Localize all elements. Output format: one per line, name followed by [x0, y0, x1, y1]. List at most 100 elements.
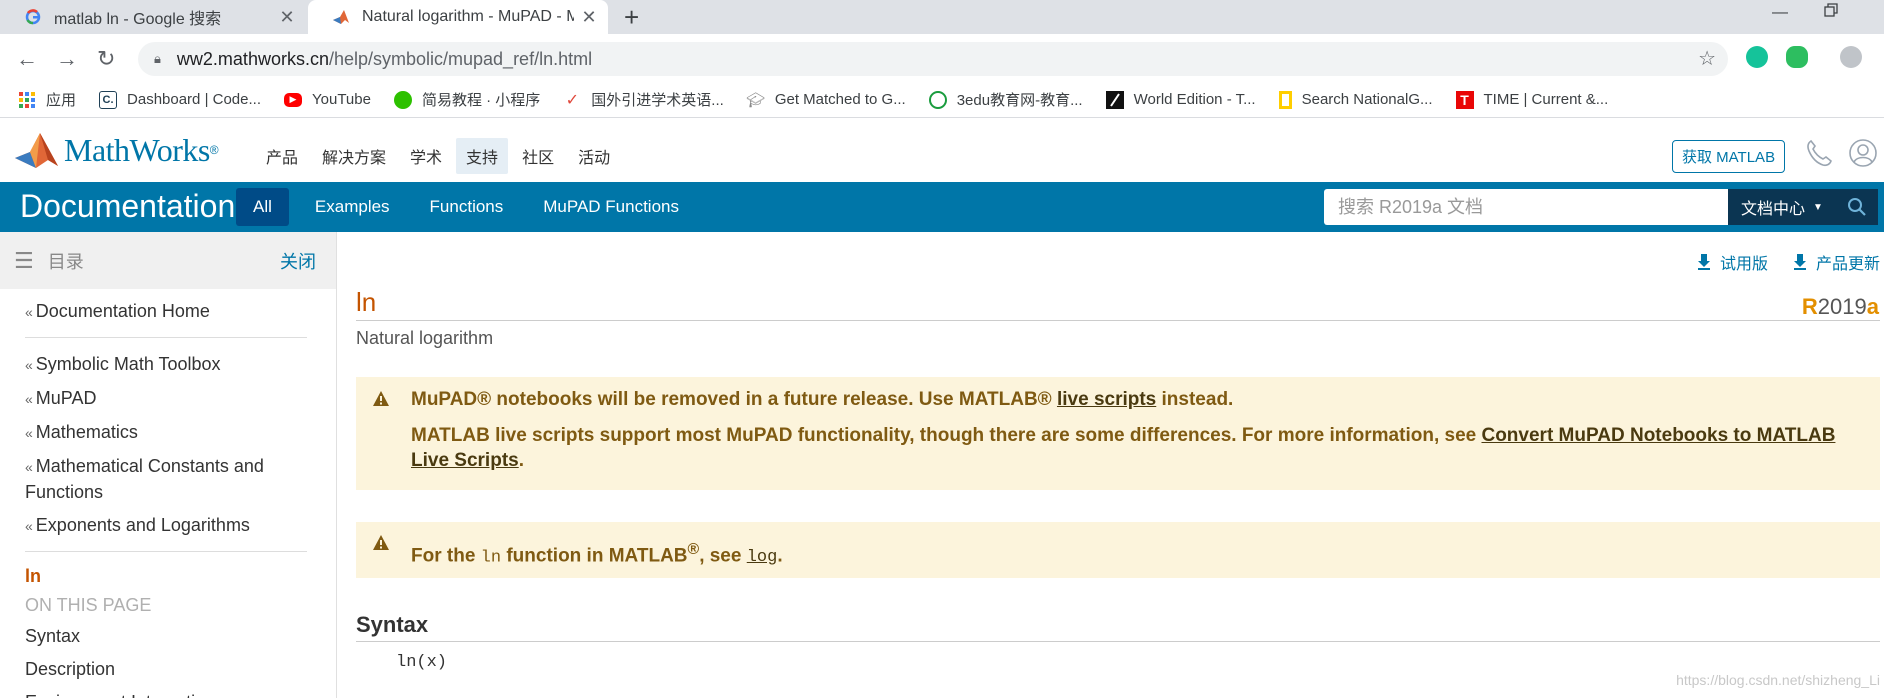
bookmark-codecademy[interactable]: C. Dashboard | Code...: [99, 90, 261, 109]
alert-text: .: [518, 450, 524, 471]
toc-anchor-syntax[interactable]: Syntax: [25, 624, 315, 649]
chevron-left-icon: «: [25, 425, 33, 441]
trial-link[interactable]: 试用版: [1697, 250, 1768, 274]
toc-link-documentation-home[interactable]: «Documentation Home: [25, 299, 315, 325]
nav-community[interactable]: 社区: [512, 138, 564, 174]
nav-support[interactable]: 支持: [456, 138, 509, 174]
bookmark-label: 3edu教育网-教育...: [956, 92, 1083, 109]
toc-link-mathematics[interactable]: «Mathematics: [25, 420, 315, 446]
profile-avatar-icon[interactable]: [1840, 46, 1862, 68]
logo-registered: ®: [209, 143, 219, 157]
bookmark-wechat[interactable]: 简易教程 · 小程序: [393, 89, 540, 110]
forward-icon[interactable]: →: [56, 46, 78, 72]
restore-icon[interactable]: [1824, 3, 1838, 22]
toc-link-constants-functions[interactable]: «Mathematical Constants and Functions: [25, 454, 315, 505]
youtube-icon: ▶: [284, 92, 302, 107]
tab-title: Natural logarithm - MuPAD - M: [362, 8, 574, 25]
matlab-membrane-icon: [332, 8, 350, 26]
chevron-left-icon: «: [25, 391, 33, 407]
close-tab-icon[interactable]: ✕: [580, 7, 598, 28]
ft-icon: [1105, 90, 1124, 109]
bookmark-world-edition[interactable]: World Edition - T...: [1105, 90, 1256, 109]
alert-text: MuPAD® notebooks will be removed in a fu…: [411, 389, 1057, 410]
doc-search-button[interactable]: [1836, 189, 1878, 225]
alert-text: For the: [411, 545, 481, 567]
chevron-left-icon: «: [25, 518, 33, 534]
mathworks-header: MathWorks ® 产品 解决方案 学术 支持 社区 活动 获取 MATLAB: [0, 122, 1884, 182]
apps-grid-icon: [18, 91, 36, 109]
bookmark-apps[interactable]: 应用: [18, 89, 76, 110]
product-updates-label: 产品更新: [1815, 256, 1880, 273]
browser-tab-mupad[interactable]: Natural logarithm - MuPAD - M ✕: [308, 0, 608, 34]
tab-title: matlab ln - Google 搜索: [54, 11, 222, 28]
trial-link-label: 试用版: [1719, 256, 1768, 273]
bookmark-label: Dashboard | Code...: [127, 91, 261, 108]
log-function-link[interactable]: log: [747, 545, 778, 567]
chevron-left-icon: «: [25, 304, 33, 320]
bookmark-star-icon[interactable]: ☆: [1698, 46, 1716, 71]
alert-line: For the ln function in MATLAB®, see log.: [411, 537, 783, 570]
bookmark-time[interactable]: T TIME | Current &...: [1455, 90, 1608, 109]
mathworks-logo[interactable]: MathWorks ®: [14, 130, 219, 170]
product-updates-link[interactable]: 产品更新: [1793, 250, 1880, 274]
bookmark-label: YouTube: [312, 91, 371, 108]
toc-link-label: Mathematical Constants and Functions: [25, 456, 264, 502]
doc-tab-functions[interactable]: Functions: [416, 188, 518, 226]
grammarly-icon[interactable]: [1746, 46, 1768, 68]
download-icon: [1793, 254, 1806, 270]
check-icon: ✓: [565, 91, 579, 109]
release-suffix: a: [1866, 294, 1879, 319]
toc-close-link[interactable]: 关闭: [280, 248, 316, 274]
nav-academia[interactable]: 学术: [400, 138, 452, 174]
hamburger-menu-icon[interactable]: ☰: [14, 248, 34, 274]
documentation-bar: Documentation All Examples Functions MuP…: [0, 182, 1884, 232]
bookmark-academic-english[interactable]: ✓ 国外引进学术英语...: [563, 89, 724, 110]
search-icon: [1848, 198, 1866, 216]
doc-search-input[interactable]: [1324, 189, 1728, 225]
doc-scope-label: 文档中心: [1741, 201, 1806, 218]
browser-tab-google[interactable]: matlab ln - Google 搜索 ✕: [0, 0, 306, 34]
graduation-cap-icon: 🎓︎: [746, 91, 766, 109]
close-tab-icon[interactable]: ✕: [278, 7, 296, 28]
bookmark-label: 应用: [46, 92, 77, 109]
browser-toolbar: ← → ↻ 🔒︎ ww2.mathworks.cn/help/symbolic/…: [0, 34, 1884, 82]
doc-tab-all[interactable]: All: [236, 188, 289, 226]
nav-events[interactable]: 活动: [568, 138, 620, 174]
new-tab-icon[interactable]: +: [624, 2, 639, 33]
toc-link-symbolic-math-toolbox[interactable]: «Symbolic Math Toolbox: [25, 352, 315, 378]
nav-products[interactable]: 产品: [256, 138, 308, 174]
caret-down-icon: ▼: [1813, 201, 1823, 213]
doc-scope-dropdown[interactable]: 文档中心 ▼: [1728, 189, 1836, 225]
doc-tab-mupad-functions[interactable]: MuPAD Functions: [529, 188, 693, 226]
url-path: /help/symbolic/mupad_ref/ln.html: [328, 48, 593, 69]
toc-header: ☰ 目录 关闭: [0, 232, 336, 289]
bookmark-label: 国外引进学术英语...: [591, 92, 724, 109]
toc-link-exponents-logarithms[interactable]: «Exponents and Logarithms: [25, 513, 315, 539]
toc-anchor-environment-interactions[interactable]: Environment Interactions: [25, 690, 315, 698]
back-icon[interactable]: ←: [16, 46, 38, 72]
evernote-icon[interactable]: [1786, 46, 1808, 68]
syntax-code: ln(x): [396, 653, 448, 672]
bookmark-3edu[interactable]: 3edu教育网-教育...: [928, 89, 1083, 110]
phone-icon[interactable]: [1804, 138, 1834, 173]
browser-tab-strip: matlab ln - Google 搜索 ✕ Natural logarith…: [0, 0, 1884, 34]
user-account-icon[interactable]: [1848, 138, 1878, 173]
bookmark-natgeo[interactable]: Search NationalG...: [1278, 90, 1433, 109]
watermark-text: https://blog.csdn.net/shizheng_Li: [1676, 672, 1880, 688]
toc-anchor-description[interactable]: Description: [25, 657, 315, 682]
alert-line-2: MATLAB live scripts support most MuPAD f…: [411, 423, 1861, 473]
bookmark-get-matched[interactable]: 🎓︎ Get Matched to G...: [746, 91, 905, 109]
reload-icon[interactable]: ↻: [97, 46, 115, 72]
minimize-icon[interactable]: —: [1772, 4, 1788, 22]
address-bar[interactable]: 🔒︎ ww2.mathworks.cn/help/symbolic/mupad_…: [138, 42, 1728, 76]
toc-link-mupad[interactable]: «MuPAD: [25, 386, 315, 412]
get-matlab-button[interactable]: 获取 MATLAB: [1672, 140, 1786, 173]
warning-icon: [373, 391, 389, 406]
bookmark-youtube[interactable]: ▶ YouTube: [284, 91, 371, 108]
doc-tab-examples[interactable]: Examples: [301, 188, 404, 226]
page-title: ln: [356, 287, 377, 317]
live-scripts-link[interactable]: live scripts: [1057, 389, 1156, 410]
main-content: 试用版 产品更新 ln R2019a Natural logarithm MuP…: [337, 232, 1884, 698]
nav-solutions[interactable]: 解决方案: [312, 138, 396, 174]
documentation-title[interactable]: Documentation: [20, 188, 235, 225]
